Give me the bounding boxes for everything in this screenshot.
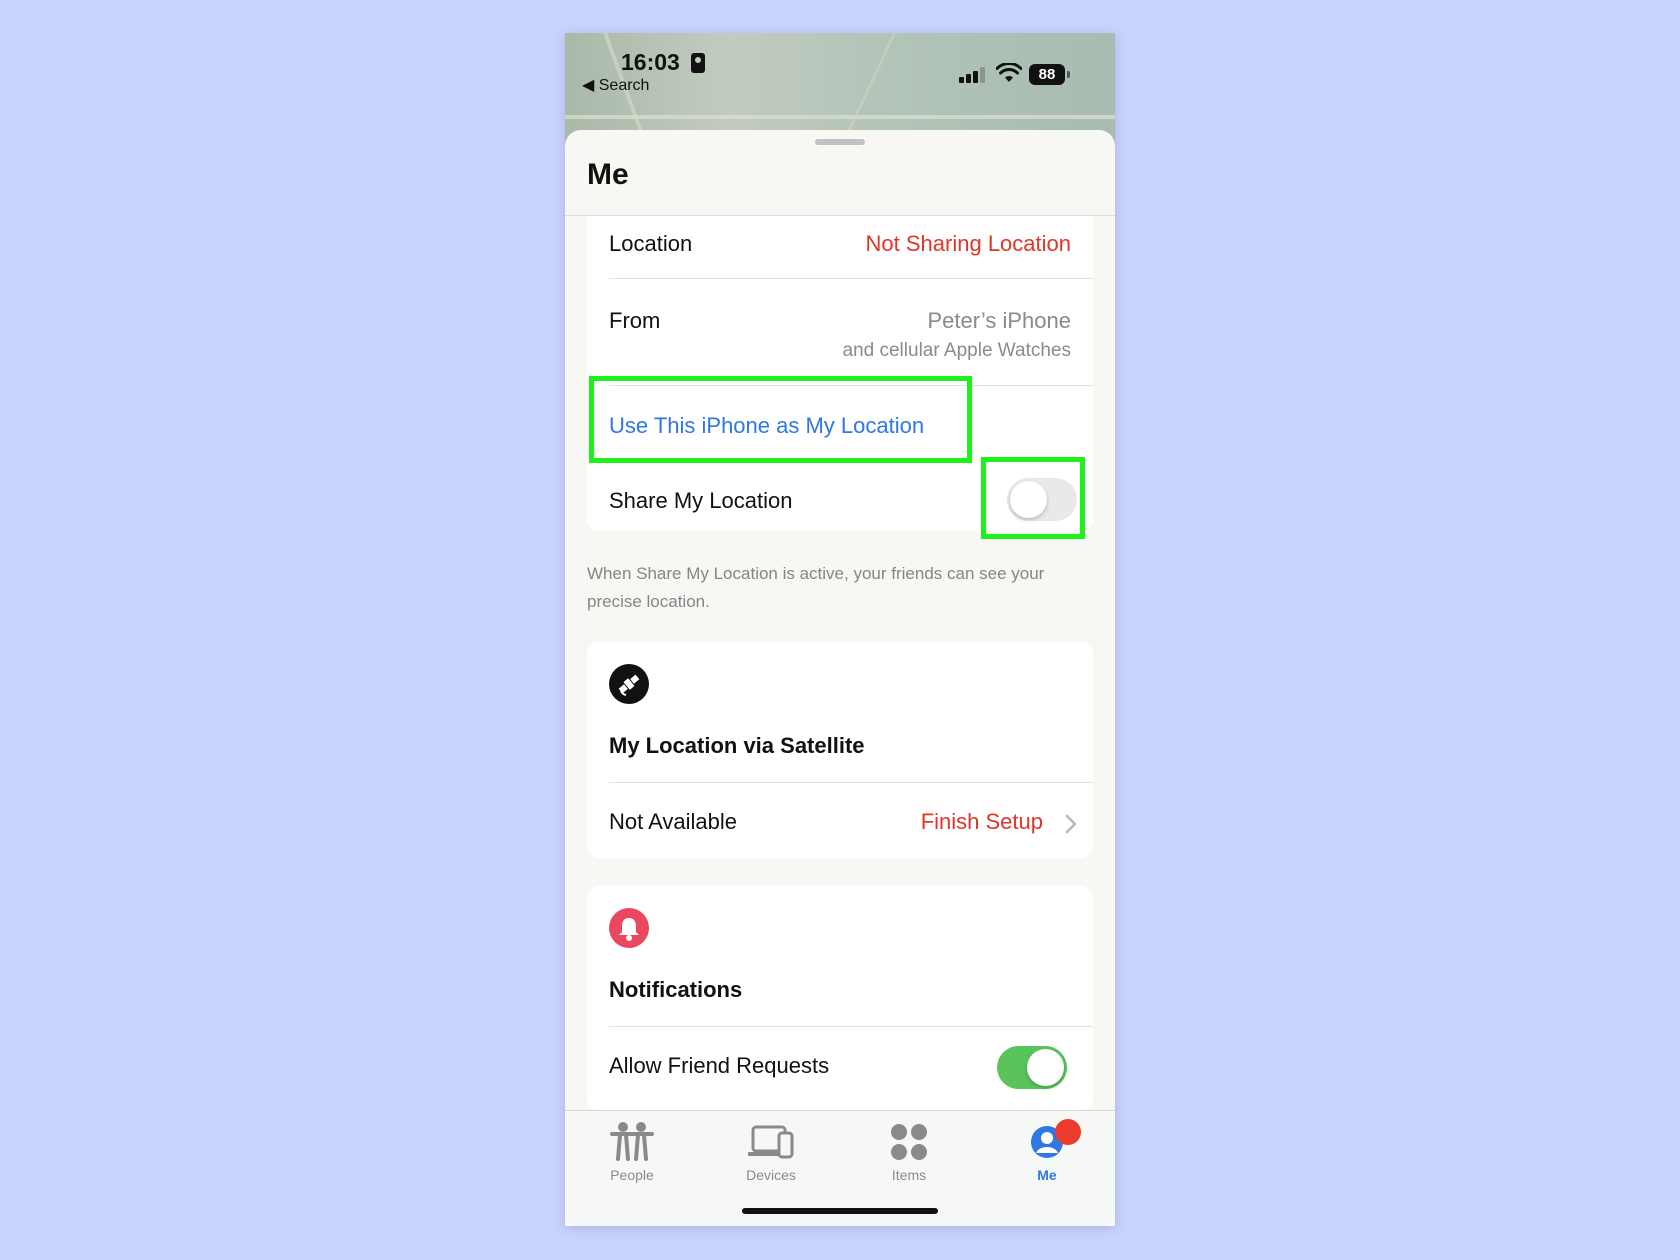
highlight-box-use-iphone — [589, 376, 972, 463]
from-device-subtitle: and cellular Apple Watches — [842, 340, 1071, 361]
notifications-card: Notifications Allow Friend Requests — [587, 886, 1093, 1110]
cellular-signal-icon — [959, 67, 987, 83]
from-label: From — [609, 308, 661, 333]
battery-tip — [1067, 71, 1070, 78]
satellite-icon — [609, 664, 649, 704]
divider — [609, 278, 1093, 279]
share-location-footnote: When Share My Location is active, your f… — [587, 564, 1045, 611]
devices-icon — [748, 1125, 794, 1159]
satellite-card: My Location via Satellite Not Available … — [587, 642, 1093, 858]
people-icon — [610, 1122, 654, 1161]
home-indicator[interactable] — [742, 1208, 938, 1214]
from-device-value: Peter’s iPhone — [927, 308, 1071, 333]
location-status-value: Not Sharing Location — [865, 231, 1071, 256]
divider — [609, 1026, 1093, 1027]
battery-indicator: 88 — [1029, 64, 1065, 85]
satellite-heading: My Location via Satellite — [609, 733, 865, 758]
satellite-status-label: Not Available — [609, 809, 738, 834]
me-sheet: Me Location Not Sharing Location From Pe… — [565, 130, 1115, 1226]
location-label: Location — [609, 231, 693, 256]
notifications-heading: Notifications — [609, 977, 743, 1002]
items-icon — [891, 1124, 927, 1160]
tab-label: Devices — [746, 1167, 796, 1183]
finish-setup-link[interactable]: Finish Setup — [921, 809, 1043, 835]
bell-icon — [609, 908, 649, 948]
notification-badge — [1055, 1119, 1081, 1145]
wifi-icon — [996, 63, 1022, 82]
page-title: Me — [587, 158, 629, 191]
status-time: 16:03 — [621, 49, 680, 75]
tab-label: People — [610, 1167, 654, 1183]
tab-label: Items — [891, 1167, 927, 1183]
allow-friend-requests-toggle[interactable] — [997, 1046, 1067, 1089]
phone-screen: 16:03 ◀ Search 88 Me Location Not Sharin… — [565, 33, 1115, 1226]
sheet-grabber[interactable] — [815, 139, 865, 145]
contact-card-icon — [691, 53, 705, 73]
chevron-right-icon[interactable] — [1065, 814, 1077, 834]
divider — [609, 782, 1093, 783]
back-to-search-link[interactable]: ◀ Search — [582, 75, 649, 95]
tab-label: Me — [1037, 1167, 1057, 1183]
share-my-location-label: Share My Location — [609, 488, 793, 513]
allow-friend-requests-label: Allow Friend Requests — [609, 1053, 830, 1078]
toggle-knob — [1027, 1049, 1064, 1086]
highlight-box-share-toggle — [981, 457, 1085, 539]
